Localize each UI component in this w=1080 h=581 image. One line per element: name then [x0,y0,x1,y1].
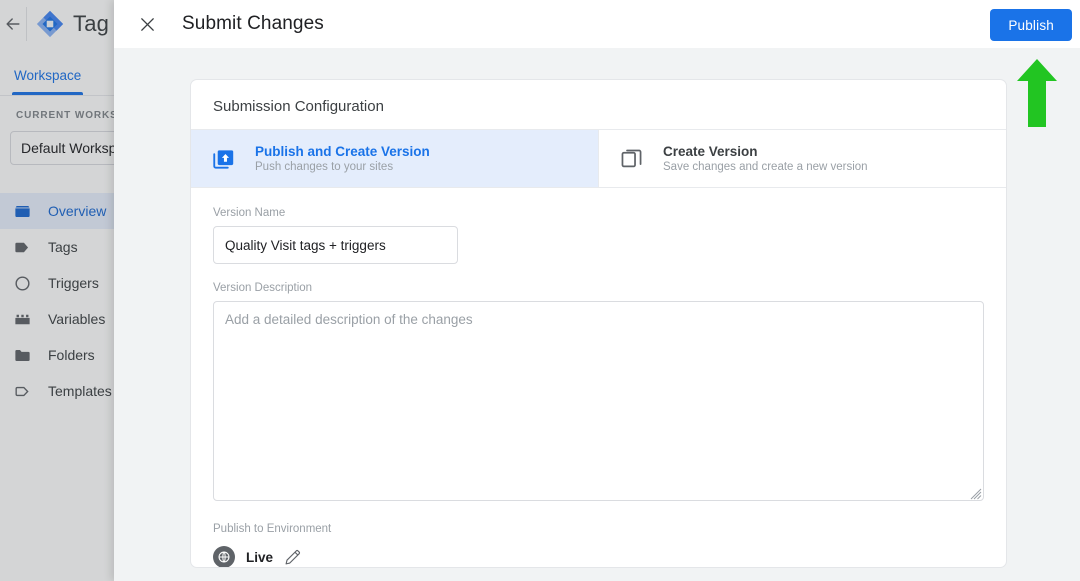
globe-icon [213,546,235,567]
option-text: Publish and Create Version Push changes … [255,144,430,173]
version-name-label: Version Name [213,207,286,219]
page-title: Submit Changes [182,13,324,34]
version-name-input[interactable] [213,226,458,264]
modal-header: Submit Changes Publish [114,0,1080,48]
environment-row: Live [213,546,984,567]
submit-changes-modal: Submit Changes Publish Submission Config… [114,0,1080,581]
publish-to-environment-label: Publish to Environment [213,523,332,535]
version-description-textarea[interactable] [213,301,984,501]
option-publish-and-create-version[interactable]: Publish and Create Version Push changes … [191,130,598,187]
submission-form: Version Name Version Description [191,188,1006,501]
submission-options: Publish and Create Version Push changes … [191,129,1006,188]
version-description-wrapper [213,301,984,501]
pencil-edit-icon[interactable] [284,549,301,566]
screen-root: Tag Workspace CURRENT WORKSPACE Default … [0,0,1080,581]
copy-layers-icon [619,146,645,172]
submission-configuration-card: Submission Configuration Publish and Cre… [190,79,1007,568]
publish-environment-block: Publish to Environment Live [191,501,1006,567]
environment-name: Live [246,549,274,565]
option-title: Publish and Create Version [255,144,430,159]
option-subtitle: Save changes and create a new version [663,161,868,173]
option-create-version[interactable]: Create Version Save changes and create a… [598,130,1006,187]
close-icon[interactable] [134,11,160,37]
publish-upload-icon [211,146,237,172]
option-text: Create Version Save changes and create a… [663,144,868,173]
modal-body: Submission Configuration Publish and Cre… [114,48,1080,581]
version-description-label: Version Description [213,282,313,294]
option-subtitle: Push changes to your sites [255,161,394,173]
card-title: Submission Configuration [213,98,384,115]
option-title: Create Version [663,144,758,159]
publish-button[interactable]: Publish [990,9,1072,41]
